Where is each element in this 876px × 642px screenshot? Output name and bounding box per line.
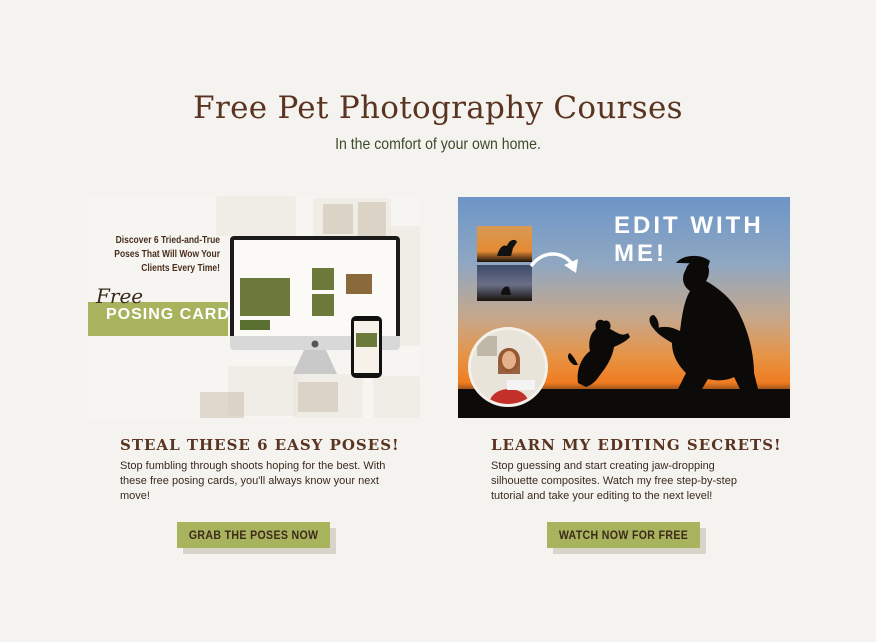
watch-now-button[interactable]: WATCH NOW FOR FREE — [547, 522, 706, 554]
promo-tagline: Discover 6 Tried-and-True Poses That Wil… — [114, 235, 220, 274]
posing-course-description: Stop fumbling through shoots hoping for … — [120, 460, 386, 502]
free-script-label: Free — [96, 284, 144, 308]
editing-course-description: Stop guessing and start creating jaw-dro… — [491, 460, 737, 502]
screen-photo — [240, 278, 290, 316]
screen-photo — [312, 268, 334, 290]
button-face[interactable]: GRAB THE POSES NOW — [177, 522, 330, 548]
editing-tutorial-promo-image[interactable]: EDIT WITH ME! — [458, 197, 790, 418]
posing-cards-label: POSING CARDS — [106, 306, 242, 323]
grab-the-poses-button[interactable]: GRAB THE POSES NOW — [177, 522, 336, 554]
screen-photo — [240, 320, 270, 330]
editing-course-heading: LEARN MY EDITING SECRETS! — [491, 436, 782, 454]
person-avatar-icon — [471, 330, 545, 404]
background-card — [216, 196, 296, 236]
button-face[interactable]: WATCH NOW FOR FREE — [547, 522, 700, 548]
background-photo — [298, 382, 338, 412]
posing-cards-promo-image[interactable]: Discover 6 Tried-and-True Poses That Wil… — [88, 196, 420, 418]
page-subtitle: In the comfort of your own home. — [335, 136, 541, 153]
phone-mockup — [351, 316, 382, 378]
screen-photo — [346, 274, 372, 294]
button-label: WATCH NOW FOR FREE — [558, 528, 689, 542]
background-photo — [200, 392, 244, 418]
background-photo — [358, 202, 386, 236]
posing-course-heading: STEAL THESE 6 EASY POSES! — [120, 436, 400, 454]
screen-photo — [312, 294, 334, 316]
phone-screen — [354, 321, 379, 373]
button-label: GRAB THE POSES NOW — [188, 528, 319, 542]
apple-logo-icon — [311, 340, 319, 348]
phone-photo — [356, 333, 377, 347]
background-card — [373, 376, 420, 418]
photographer-portrait — [468, 327, 548, 407]
page-title: Free Pet Photography Courses — [193, 90, 683, 126]
background-photo — [323, 204, 353, 234]
monitor-stand — [293, 350, 337, 374]
